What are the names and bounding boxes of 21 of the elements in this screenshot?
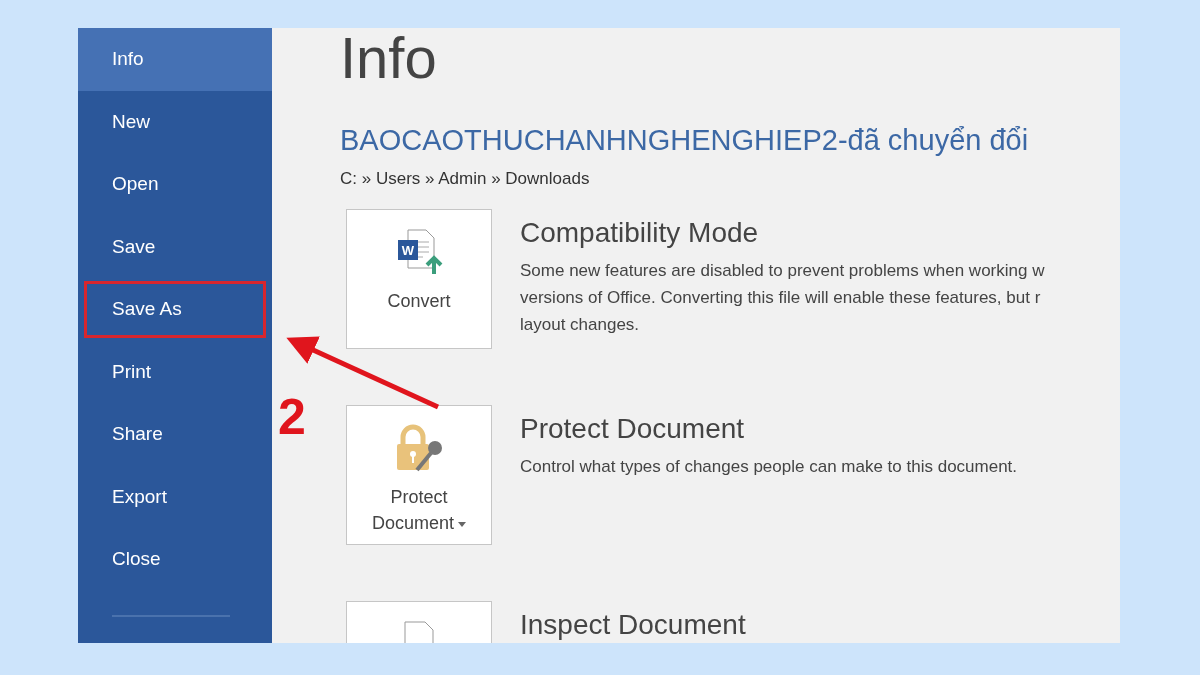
file-path: C: » Users » Admin » Downloads xyxy=(340,169,591,189)
section-title: Protect Document xyxy=(520,413,746,445)
section-description: Some new features are disabled to prevent problems when working w versions of Office. Converting this file will enable these features, but r layout changes. xyxy=(520,260,1045,336)
sidebar-item[interactable]: Open xyxy=(78,153,272,216)
convert-button[interactable]: W Convert xyxy=(346,209,492,349)
sidebar-item[interactable]: Close xyxy=(78,528,272,591)
sidebar-item[interactable]: Share xyxy=(78,403,272,466)
sidebar-item[interactable]: Print xyxy=(78,340,272,403)
step-number: 2 xyxy=(278,388,306,446)
section-title: Compatibility Mode xyxy=(520,217,760,249)
page-title: Info xyxy=(340,28,438,88)
sidebar-item[interactable]: Export xyxy=(78,465,272,528)
sidebar-item[interactable]: Info xyxy=(78,28,272,91)
sidebar-item[interactable]: Save xyxy=(78,215,272,278)
protect-button[interactable]: Protect Document xyxy=(346,405,492,545)
sidebar-item[interactable]: Save As xyxy=(78,278,272,341)
section-description: Control what types of changes people can make to this document. xyxy=(520,456,1018,478)
sidebar-item[interactable]: New xyxy=(78,90,272,153)
section-title: Inspect Document xyxy=(520,609,746,641)
file-name: BAOCAOTHUCHANHNGHENGHIEP2-đã chuyển đổi xyxy=(340,124,1030,157)
caret-icon xyxy=(458,521,466,527)
